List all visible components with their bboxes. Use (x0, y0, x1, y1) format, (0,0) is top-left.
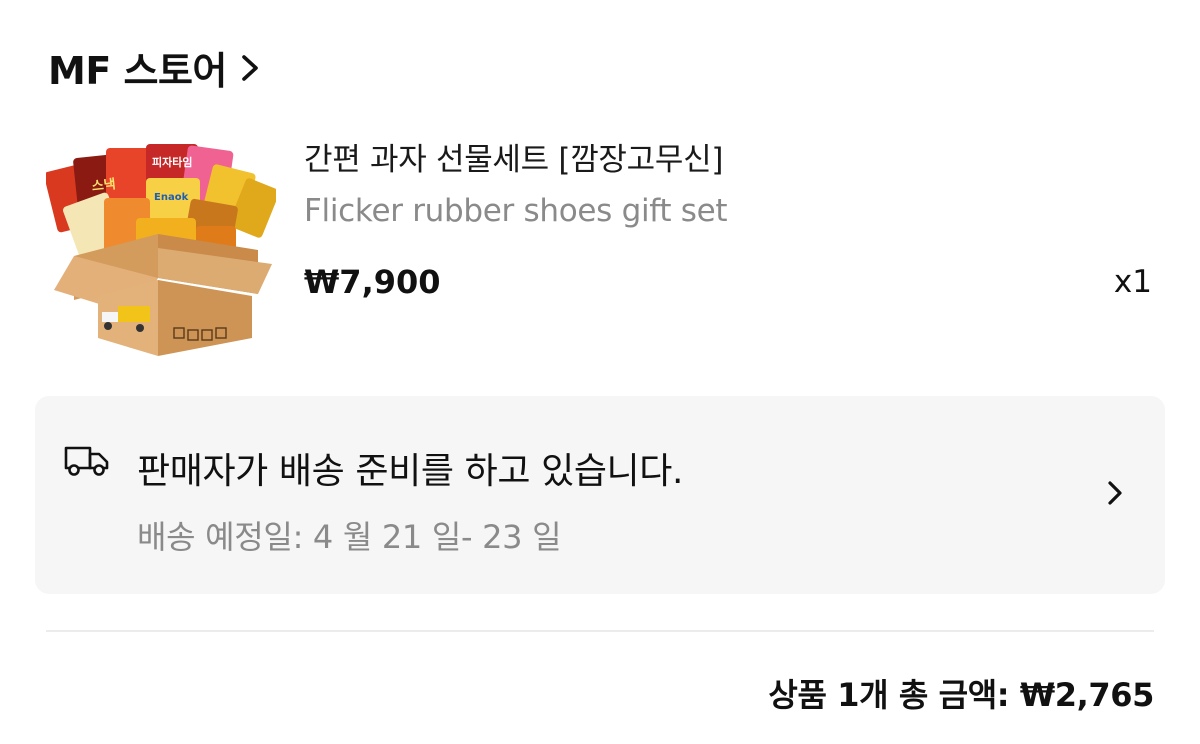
shipping-status-text: 판매자가 배송 준비를 하고 있습니다. (137, 451, 684, 492)
product-price: ₩7,900 (304, 263, 441, 301)
truck-icon (63, 440, 111, 478)
chevron-right-icon (1107, 480, 1123, 510)
order-total: 상품 1개 총 금액: ₩2,765 (768, 676, 1154, 714)
store-header[interactable]: MF 스토어 (48, 40, 259, 95)
chevron-right-icon (241, 54, 259, 82)
svg-text:스낵: 스낵 (91, 176, 116, 194)
svg-text:피자타임: 피자타임 (152, 155, 192, 169)
shipping-status-card[interactable]: 판매자가 배송 준비를 하고 있습니다. 배송 예정일: 4 월 21 일- 2… (35, 396, 1165, 594)
svg-text:Enaok: Enaok (154, 192, 189, 203)
product-quantity: x1 (1113, 264, 1152, 300)
divider (46, 630, 1154, 632)
shipping-estimate: 배송 예정일: 4 월 21 일- 23 일 (137, 518, 562, 556)
store-name: MF 스토어 (48, 49, 227, 93)
product-image[interactable]: 스낵 피자타임 Enaok (44, 138, 280, 360)
product-subtitle: Flicker rubber shoes gift set (304, 193, 728, 229)
product-title[interactable]: 간편 과자 선물세트 [깜장고무신] (304, 134, 723, 179)
